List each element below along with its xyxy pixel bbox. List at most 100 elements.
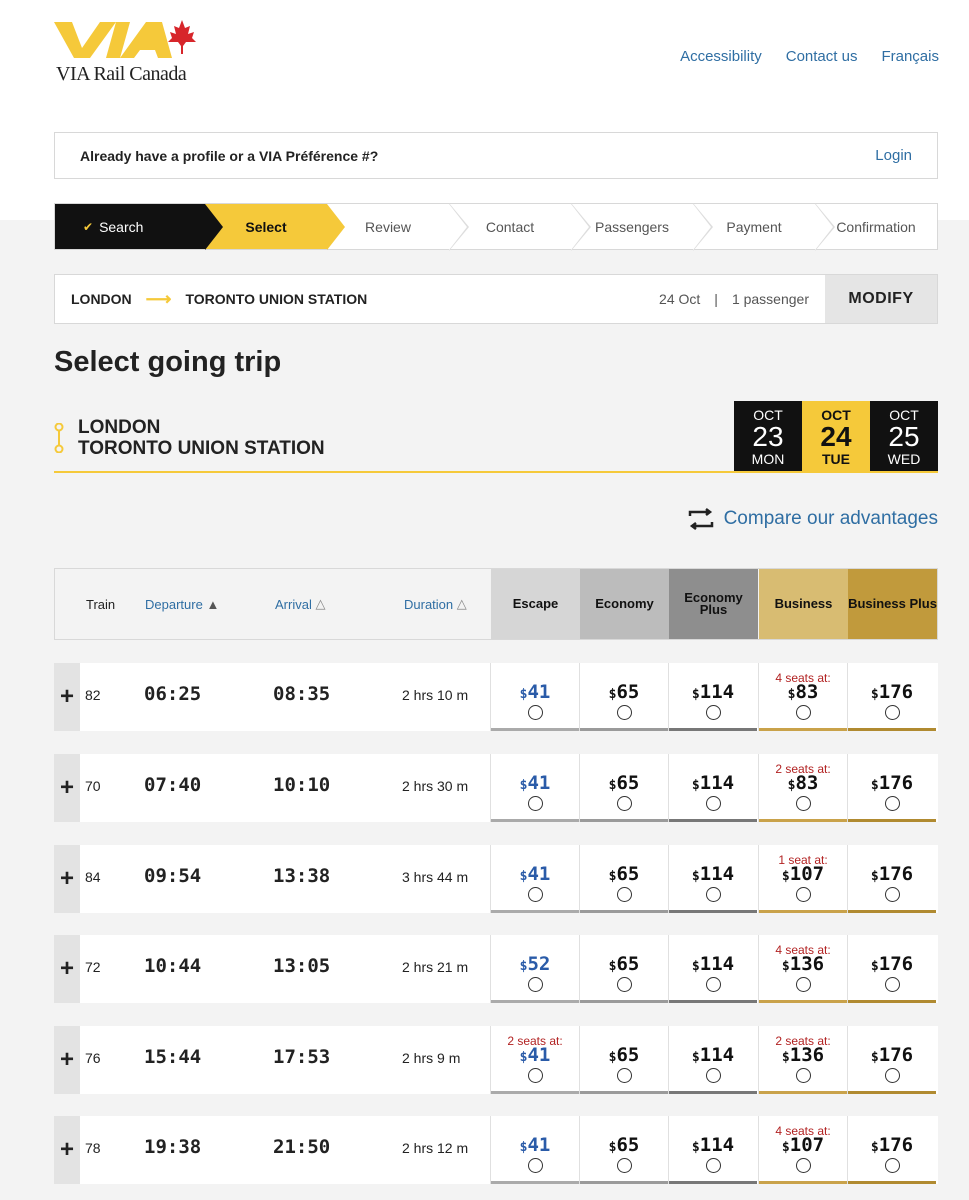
results-table-header: Train Departure ▲ Arrival △ Duration △ E… <box>54 568 938 640</box>
fare-amount: 65 <box>616 772 640 794</box>
expand-plus-icon[interactable]: + <box>54 935 80 1003</box>
fare-radio[interactable] <box>796 887 811 902</box>
date-day: 23 <box>752 421 784 452</box>
fare-option[interactable]: $176 <box>847 1116 936 1184</box>
expand-plus-icon[interactable]: + <box>54 754 80 822</box>
fare-amount: 176 <box>878 953 914 975</box>
fare-option[interactable]: 2 seats at: $41 <box>490 1026 579 1094</box>
fare-radio[interactable] <box>885 705 900 720</box>
fare-radio[interactable] <box>796 1158 811 1173</box>
date-day: 25 <box>888 421 920 452</box>
fare-radio[interactable] <box>528 1158 543 1173</box>
step-label: Select <box>245 218 287 235</box>
fare-radio[interactable] <box>706 705 721 720</box>
fare-option[interactable]: $41 <box>490 754 579 822</box>
fare-option[interactable]: $114 <box>668 935 757 1003</box>
fare-radio[interactable] <box>885 1068 900 1083</box>
fare-option[interactable]: $176 <box>847 754 936 822</box>
fare-radio[interactable] <box>528 887 543 902</box>
fare-radio[interactable] <box>706 977 721 992</box>
fare-option[interactable]: 1 seat at: $107 <box>758 845 847 913</box>
fare-radio[interactable] <box>796 1068 811 1083</box>
expand-plus-icon[interactable]: + <box>54 845 80 913</box>
fare-option[interactable]: $65 <box>579 1026 668 1094</box>
fare-option[interactable]: 4 seats at: $136 <box>758 935 847 1003</box>
date-option-prev[interactable]: OCT 23 MON <box>734 401 802 471</box>
fare-radio[interactable] <box>617 1158 632 1173</box>
fare-radio[interactable] <box>706 1068 721 1083</box>
fare-option[interactable]: $41 <box>490 663 579 731</box>
fare-radio[interactable] <box>885 887 900 902</box>
fare-option[interactable]: $65 <box>579 935 668 1003</box>
fare-radio[interactable] <box>617 796 632 811</box>
fare-option[interactable]: $176 <box>847 663 936 731</box>
fare-option[interactable]: 2 seats at: $136 <box>758 1026 847 1094</box>
trip-destination: TORONTO UNION STATION <box>78 438 325 459</box>
col-duration-sort[interactable]: Duration △ <box>404 569 467 639</box>
date-option-selected[interactable]: OCT 24 TUE <box>802 401 870 471</box>
fare-option[interactable]: $65 <box>579 754 668 822</box>
fare-price: $114 <box>669 681 757 703</box>
fare-option[interactable]: $114 <box>668 1116 757 1184</box>
fare-option[interactable]: $65 <box>579 845 668 913</box>
fare-option[interactable]: $176 <box>847 845 936 913</box>
accessibility-link[interactable]: Accessibility <box>680 48 762 65</box>
modify-button[interactable]: MODIFY <box>825 275 937 323</box>
fare-radio[interactable] <box>617 977 632 992</box>
date-option-next[interactable]: OCT 25 WED <box>870 401 938 471</box>
fare-class-bar <box>759 819 847 822</box>
fare-radio[interactable] <box>617 1068 632 1083</box>
route-date: 24 Oct <box>659 291 701 307</box>
fare-option[interactable]: 4 seats at: $83 <box>758 663 847 731</box>
fare-radio[interactable] <box>706 1158 721 1173</box>
expand-plus-icon[interactable]: + <box>54 1026 80 1094</box>
fare-option[interactable]: $176 <box>847 1026 936 1094</box>
currency-symbol: $ <box>870 1050 879 1065</box>
fare-radio[interactable] <box>528 977 543 992</box>
fare-radio[interactable] <box>885 1158 900 1173</box>
fare-option[interactable]: $114 <box>668 754 757 822</box>
fare-radio[interactable] <box>796 796 811 811</box>
fare-option[interactable]: $176 <box>847 935 936 1003</box>
francais-link[interactable]: Français <box>881 48 939 65</box>
fare-radio[interactable] <box>528 705 543 720</box>
route-passengers: 1 passenger <box>731 291 809 307</box>
col-arrival-sort[interactable]: Arrival △ <box>275 569 325 639</box>
fare-amount: 114 <box>699 863 735 885</box>
currency-symbol: $ <box>870 687 879 702</box>
fare-amount: 65 <box>616 1044 640 1066</box>
fare-option[interactable]: 2 seats at: $83 <box>758 754 847 822</box>
fare-radio[interactable] <box>885 796 900 811</box>
fare-option[interactable]: $114 <box>668 845 757 913</box>
col-departure-sort[interactable]: Departure ▲ <box>145 569 219 639</box>
fare-amount: 176 <box>878 1134 914 1156</box>
fare-radio[interactable] <box>528 1068 543 1083</box>
fare-radio[interactable] <box>617 705 632 720</box>
fare-option[interactable]: $114 <box>668 663 757 731</box>
train-row: +76 15:44 17:53 2 hrs 9 m2 seats at: $41 $65 $… <box>54 1026 938 1094</box>
expand-plus-icon[interactable]: + <box>54 663 80 731</box>
contact-us-link[interactable]: Contact us <box>786 48 858 65</box>
train-number: 70 <box>85 778 101 794</box>
step-search[interactable]: ✔ Search <box>55 204 223 250</box>
fare-radio[interactable] <box>706 887 721 902</box>
fare-option[interactable]: $41 <box>490 845 579 913</box>
fare-price: $65 <box>580 1134 668 1156</box>
fare-amount: 41 <box>527 772 551 794</box>
login-link[interactable]: Login <box>875 147 912 164</box>
fare-option[interactable]: $114 <box>668 1026 757 1094</box>
compare-advantages-link[interactable]: Compare our advantages <box>686 508 938 530</box>
fare-option[interactable]: $65 <box>579 663 668 731</box>
fare-radio[interactable] <box>796 977 811 992</box>
fare-option[interactable]: $65 <box>579 1116 668 1184</box>
fare-radio[interactable] <box>706 796 721 811</box>
fare-class-bar <box>669 1091 757 1094</box>
fare-option[interactable]: $52 <box>490 935 579 1003</box>
expand-plus-icon[interactable]: + <box>54 1116 80 1184</box>
fare-option[interactable]: 4 seats at: $107 <box>758 1116 847 1184</box>
fare-radio[interactable] <box>528 796 543 811</box>
fare-radio[interactable] <box>885 977 900 992</box>
fare-radio[interactable] <box>617 887 632 902</box>
fare-option[interactable]: $41 <box>490 1116 579 1184</box>
fare-radio[interactable] <box>796 705 811 720</box>
